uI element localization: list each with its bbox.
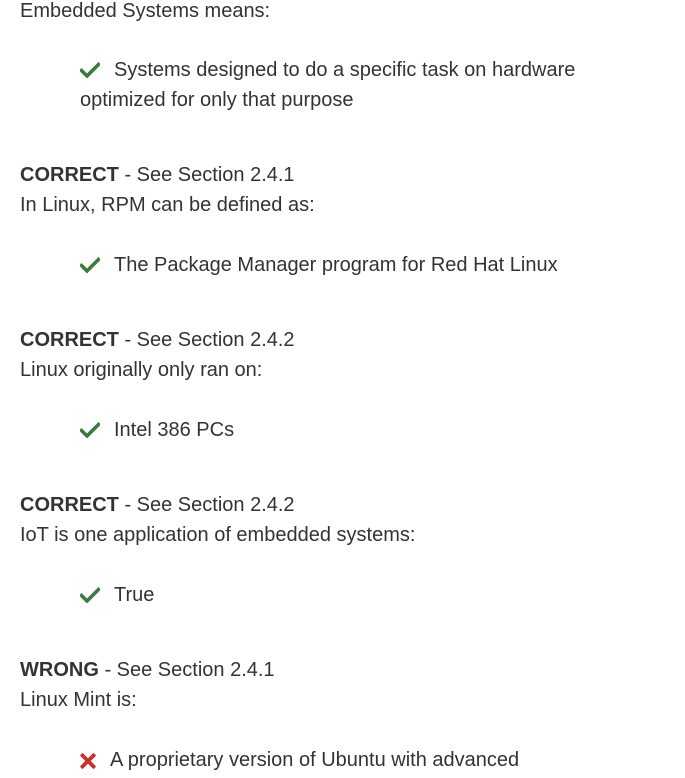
cross-icon — [80, 745, 110, 769]
question-1-text: Embedded Systems means: — [20, 0, 271, 22]
result-2: CORRECT - See Section 2.4.2 — [20, 325, 670, 355]
answer-4-text: True — [114, 584, 155, 606]
answer-5: A proprietary version of Ubuntu with adv… — [80, 745, 660, 775]
question-3-text: Linux originally only ran on: — [20, 359, 263, 381]
result-4: WRONG - See Section 2.4.1 — [20, 655, 670, 685]
answer-1-text: Systems designed to do a specific task o… — [80, 59, 576, 111]
answer-3: Intel 386 PCs — [80, 415, 660, 445]
question-2: CORRECT - See Section 2.4.1 In Linux, RP… — [20, 160, 670, 220]
result-3: CORRECT - See Section 2.4.2 — [20, 490, 670, 520]
result-1: CORRECT - See Section 2.4.1 — [20, 160, 670, 190]
result-1-reference: - See Section 2.4.1 — [118, 164, 295, 186]
result-4-reference: - See Section 2.4.1 — [98, 659, 275, 681]
answer-2: The Package Manager program for Red Hat … — [80, 250, 660, 280]
checkmark-icon — [80, 415, 114, 438]
result-3-status: CORRECT — [20, 494, 119, 516]
question-2-text: In Linux, RPM can be defined as: — [20, 194, 315, 216]
result-4-status: WRONG — [20, 659, 99, 681]
question-1: Embedded Systems means: — [20, 0, 670, 26]
answer-3-text: Intel 386 PCs — [114, 419, 235, 441]
answer-1: Systems designed to do a specific task o… — [80, 55, 660, 115]
answer-2-text: The Package Manager program for Red Hat … — [114, 254, 558, 276]
question-4: CORRECT - See Section 2.4.2 IoT is one a… — [20, 490, 670, 550]
result-2-reference: - See Section 2.4.2 — [118, 329, 295, 351]
checkmark-icon — [80, 250, 114, 273]
result-1-status: CORRECT — [20, 164, 119, 186]
question-5-text: Linux Mint is: — [20, 689, 137, 711]
question-4-text: IoT is one application of embedded syste… — [20, 524, 416, 546]
question-5: WRONG - See Section 2.4.1 Linux Mint is: — [20, 655, 670, 715]
result-3-reference: - See Section 2.4.2 — [118, 494, 295, 516]
checkmark-icon — [80, 580, 114, 603]
checkmark-icon — [80, 55, 114, 78]
result-2-status: CORRECT — [20, 329, 119, 351]
answer-5-text: A proprietary version of Ubuntu with adv… — [110, 749, 520, 771]
answer-4: True — [80, 580, 660, 610]
question-3: CORRECT - See Section 2.4.2 Linux origin… — [20, 325, 670, 385]
